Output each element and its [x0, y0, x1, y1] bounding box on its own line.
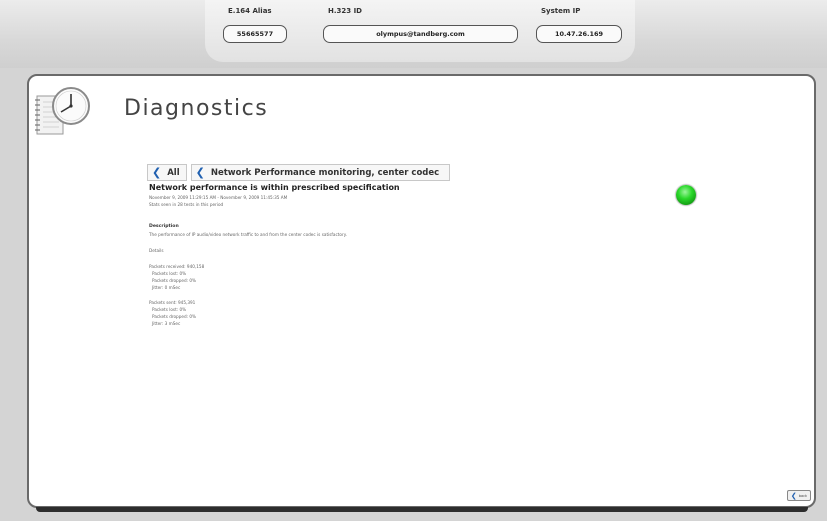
status-time-range: November 9, 2009 11:29:15 AM - November … [149, 195, 288, 200]
received-jitter: Jitter: 0 mSec [152, 285, 181, 290]
breadcrumb-all-label: All [167, 167, 180, 178]
description-text: The performance of IP audio/video networ… [149, 232, 347, 237]
breadcrumb: ❮ All ❮ Network Performance monitoring, … [147, 164, 451, 181]
received-dropped: Packets dropped: 0% [152, 278, 196, 283]
diagnostics-panel: Diagnostics ❮ All ❮ Network Performance … [27, 74, 816, 508]
sent-lost: Packets lost: 0% [152, 307, 187, 312]
back-label: back [798, 493, 808, 498]
h323-id-label: H.323 ID [328, 7, 362, 15]
system-ip-field[interactable]: 10.47.26.169 [536, 25, 622, 43]
sent-header: Packets sent: 945,391 [149, 300, 196, 305]
top-bar: E.164 Alias 55665577 H.323 ID olympus@ta… [0, 0, 827, 68]
breadcrumb-current-label: Network Performance monitoring, center c… [210, 167, 440, 178]
received-lost: Packets lost: 0% [152, 271, 187, 276]
status-stats-note: Stats seen in 28 tests in this period [149, 202, 224, 207]
status-led-indicator [676, 185, 696, 205]
panel-bottom-shadow [36, 507, 808, 512]
description-heading: Description [149, 224, 179, 229]
e164-alias-field[interactable]: 55665577 [223, 25, 287, 43]
page-title: Diagnostics [124, 96, 269, 121]
sent-jitter: Jitter: 3 mSec [152, 321, 181, 326]
status-title: Network performance is within prescribed… [149, 183, 400, 192]
clock-notepad-icon [35, 87, 90, 135]
received-header: Packets received: 940,158 [149, 264, 205, 269]
chevron-left-icon: ❮ [152, 166, 162, 179]
sent-dropped: Packets dropped: 0% [152, 314, 196, 319]
breadcrumb-all-button[interactable]: ❮ All [147, 164, 187, 181]
chevron-left-icon: ❮ [790, 491, 797, 500]
back-button[interactable]: ❮ back [787, 490, 811, 501]
h323-id-field[interactable]: olympus@tandberg.com [323, 25, 518, 43]
system-ip-label: System IP [541, 7, 581, 15]
chevron-left-icon: ❮ [195, 166, 205, 179]
breadcrumb-current-button[interactable]: ❮ Network Performance monitoring, center… [190, 164, 451, 181]
e164-alias-label: E.164 Alias [228, 7, 272, 15]
details-label: Details [149, 248, 164, 253]
